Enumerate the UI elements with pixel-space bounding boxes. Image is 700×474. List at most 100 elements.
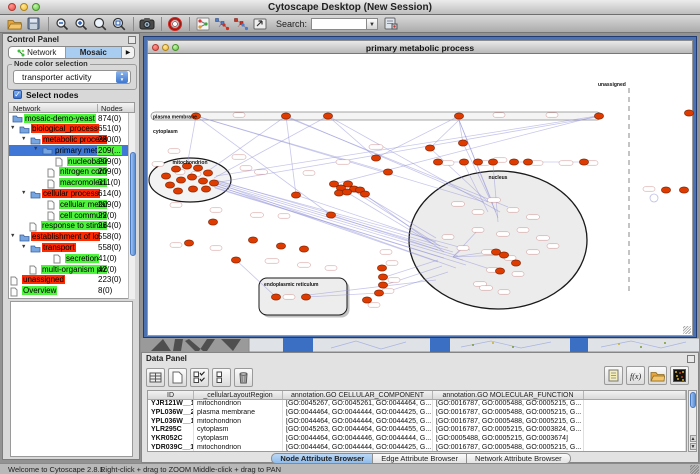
table-cell[interactable]: mitochondrion: [194, 418, 283, 427]
tree-row-label[interactable]: secretion: [65, 254, 99, 263]
network-node[interactable]: [433, 159, 442, 165]
edge[interactable]: [430, 120, 459, 148]
tab-mosaic[interactable]: Mosaic: [66, 47, 123, 58]
tab-network[interactable]: Network: [9, 47, 66, 58]
table-column-header[interactable]: [584, 391, 686, 399]
table-cell[interactable]: [584, 409, 686, 418]
search-dropdown-button[interactable]: ▼: [367, 18, 378, 30]
table-cell[interactable]: [584, 444, 686, 452]
network-node[interactable]: [459, 159, 468, 165]
network-node[interactable]: [458, 140, 467, 146]
help-icon[interactable]: [166, 16, 183, 32]
table-cell[interactable]: [584, 426, 686, 435]
zoom-fit-icon[interactable]: [110, 16, 127, 32]
table-row[interactable]: YKR052Ccytoplasm[GO:0044464, GO:0044446,…: [148, 435, 686, 444]
table-cell[interactable]: plasma membrane: [194, 409, 283, 418]
snapshot-icon[interactable]: [138, 16, 155, 32]
table-cell[interactable]: [GO:0005488, GO:0005215, GO:0003674]: [433, 435, 584, 444]
network-window-title-bar[interactable]: primary metabolic process: [147, 40, 693, 54]
table-cell[interactable]: [GO:0016787, GO:0005488, GO:0005215, G..…: [433, 444, 584, 452]
table-scrollbar[interactable]: ▲ ▼: [688, 390, 697, 452]
data-panel-float-icon[interactable]: [687, 355, 695, 363]
network-node[interactable]: [299, 246, 308, 252]
tree-row[interactable]: ▼establishment of lo558(0): [9, 232, 134, 243]
formula-icon[interactable]: f(x): [626, 366, 645, 385]
network-node[interactable]: [684, 110, 693, 116]
network-node[interactable]: [184, 240, 193, 246]
tree-row-label[interactable]: establishment of lo: [31, 232, 100, 241]
table-cell[interactable]: [GO:0016787, GO:0005215, GO:0003824, G..…: [433, 426, 584, 435]
table-cell[interactable]: mitochondrion: [194, 444, 283, 452]
attribute-table-icon[interactable]: [146, 368, 165, 387]
unselect-attributes-icon[interactable]: [212, 368, 231, 387]
network-node[interactable]: [454, 113, 463, 119]
tabs-overflow-arrow[interactable]: ▶: [122, 47, 134, 58]
expand-triangle-icon[interactable]: ▼: [10, 233, 15, 239]
network-node[interactable]: [360, 191, 369, 197]
network-node[interactable]: [176, 177, 185, 183]
attribute-table[interactable]: ID_cellularLayoutRegionannotation.GO CEL…: [147, 390, 687, 452]
search-input[interactable]: [311, 18, 367, 30]
expand-triangle-icon[interactable]: ▼: [33, 146, 38, 152]
network-node[interactable]: [198, 178, 207, 184]
table-row[interactable]: YPL036W__2plasma membrane[GO:0044464, GO…: [148, 409, 686, 418]
edge[interactable]: [376, 116, 459, 158]
network-overview-icon[interactable]: [194, 16, 211, 32]
tree-row-label[interactable]: unassigned: [22, 275, 65, 284]
expand-triangle-icon[interactable]: ▼: [21, 136, 26, 142]
notes-icon[interactable]: [604, 366, 623, 385]
network-canvas[interactable]: plasma membranecytoplasmmitochondrionnuc…: [147, 54, 693, 336]
table-cell[interactable]: YPL036W__2: [148, 409, 194, 418]
network-node[interactable]: [208, 219, 217, 225]
table-row[interactable]: YLR295Ccytoplasm[GO:0045263, GO:0044464,…: [148, 426, 686, 435]
table-cell[interactable]: YPL036W__1: [148, 418, 194, 427]
plasma-membrane-region[interactable]: [151, 112, 601, 120]
zoom-in-icon[interactable]: [72, 16, 89, 32]
tree-row[interactable]: nucleobase-209(0): [9, 156, 134, 167]
network-node[interactable]: [187, 174, 196, 180]
tree-row[interactable]: secretion41(0): [9, 253, 134, 264]
tree-row[interactable]: mosaic-demo-yeast874(0): [9, 113, 134, 124]
network-node[interactable]: [271, 294, 280, 300]
table-row[interactable]: YJR121W__1mitochondrion[GO:0045267, GO:0…: [148, 400, 686, 409]
birdseye-view[interactable]: [10, 301, 133, 457]
new-attribute-icon[interactable]: [168, 368, 187, 387]
expand-triangle-icon[interactable]: ▼: [10, 125, 15, 131]
network-node[interactable]: [679, 187, 688, 193]
table-row[interactable]: YDR039C__1mitochondrion[GO:0044464, GO:0…: [148, 444, 686, 452]
table-cell[interactable]: [GO:0044464, GO:0044446, GO:0044444, G..…: [283, 435, 433, 444]
node-color-select[interactable]: transporter activity: [13, 70, 131, 84]
table-cell[interactable]: [GO:0016787, GO:0005488, GO:0005215, G..…: [433, 418, 584, 427]
expand-triangle-icon[interactable]: ▼: [21, 244, 26, 250]
network-node[interactable]: [291, 192, 300, 198]
table-cell[interactable]: cytoplasm: [194, 426, 283, 435]
tree-row-label[interactable]: cellular process: [42, 189, 100, 198]
edge[interactable]: [214, 117, 597, 183]
network-node[interactable]: [511, 260, 520, 266]
tree-header-network[interactable]: Network: [13, 104, 41, 113]
network-node[interactable]: [488, 159, 497, 165]
edge[interactable]: [334, 116, 597, 184]
table-row[interactable]: YPL036W__1mitochondrion[GO:0044464, GO:0…: [148, 418, 686, 427]
table-cell[interactable]: YJR121W__1: [148, 400, 194, 409]
table-cell[interactable]: [584, 418, 686, 427]
network-node[interactable]: [323, 113, 332, 119]
zoom-out-icon[interactable]: [53, 16, 70, 32]
edge[interactable]: [214, 116, 328, 178]
control-panel-float-icon[interactable]: [128, 36, 136, 44]
network-node[interactable]: [334, 190, 343, 196]
tree-row-label[interactable]: transport: [42, 243, 76, 252]
network-node[interactable]: [371, 155, 380, 161]
tree-row[interactable]: macromolecule311(0): [9, 178, 134, 189]
network-node[interactable]: [248, 237, 257, 243]
network-node[interactable]: [201, 186, 210, 192]
network-node[interactable]: [495, 268, 504, 274]
network-node[interactable]: [209, 180, 218, 186]
network-node[interactable]: [374, 290, 383, 296]
tree-row-label[interactable]: biological_process: [31, 124, 99, 133]
network-node[interactable]: [377, 265, 386, 271]
node-color-select-stepper[interactable]: ▲▼: [116, 71, 128, 83]
tree-row[interactable]: ▼metabolic process280(0): [9, 135, 134, 146]
edge[interactable]: [459, 120, 463, 143]
table-cell[interactable]: YLR295C: [148, 426, 194, 435]
